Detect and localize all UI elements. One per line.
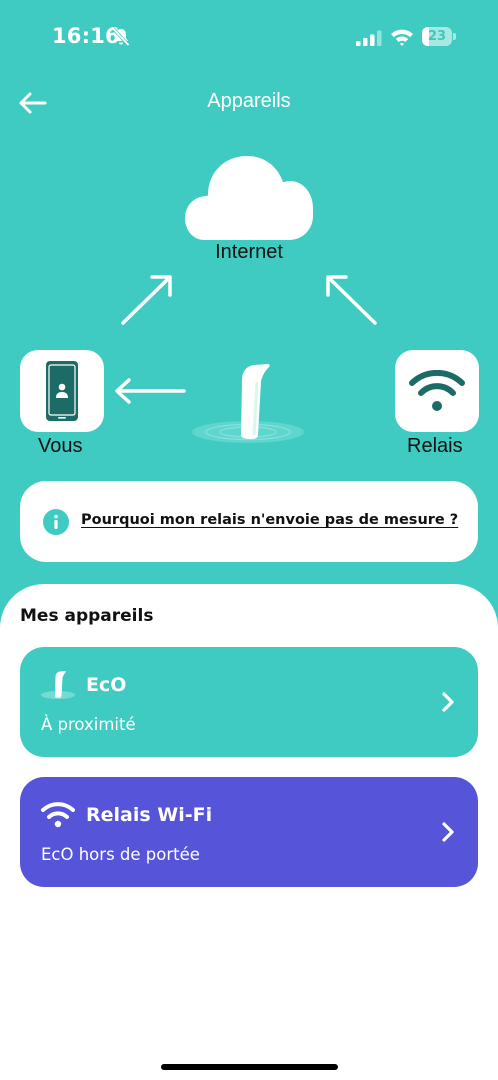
info-card[interactable]: Pourquoi mon relais n'envoie pas de mesu… bbox=[20, 481, 478, 562]
device-name: Relais Wi-Fi bbox=[86, 804, 213, 826]
relay-help-link[interactable]: Pourquoi mon relais n'envoie pas de mesu… bbox=[81, 512, 458, 528]
bell-slash-icon bbox=[112, 27, 130, 47]
device-card-eco[interactable]: EcO À proximité bbox=[20, 647, 478, 757]
you-phone-tile bbox=[20, 350, 104, 432]
smartphone-icon bbox=[46, 361, 78, 421]
arrow-left-icon bbox=[115, 378, 186, 404]
status-time: 16:16 bbox=[52, 24, 120, 48]
arrow-up-left-icon bbox=[326, 275, 377, 325]
device-status: À proximité bbox=[41, 715, 136, 734]
device-status: EcO hors de portée bbox=[41, 845, 200, 864]
status-bar: 16:16 23 bbox=[0, 0, 498, 74]
internet-label: Internet bbox=[215, 241, 283, 263]
relay-tile bbox=[395, 350, 479, 432]
chevron-right-icon bbox=[442, 822, 454, 842]
info-icon bbox=[43, 509, 69, 535]
home-indicator[interactable] bbox=[161, 1064, 338, 1070]
you-label: Vous bbox=[38, 435, 83, 457]
device-card-relay-wifi[interactable]: Relais Wi-Fi EcO hors de portée bbox=[20, 777, 478, 887]
navigation-bar: Appareils bbox=[0, 80, 498, 126]
cloud-icon bbox=[185, 156, 313, 240]
devices-panel: Mes appareils EcO À proximité Relais Wi-… bbox=[0, 584, 498, 1080]
water-sensor-icon bbox=[41, 671, 75, 699]
cellular-signal-icon bbox=[356, 30, 382, 46]
chevron-right-icon bbox=[442, 692, 454, 712]
page-title: Appareils bbox=[207, 90, 291, 112]
battery-percentage: 23 bbox=[427, 29, 447, 44]
water-sensor-icon bbox=[192, 364, 304, 443]
arrow-up-right-icon bbox=[121, 275, 172, 325]
wifi-icon bbox=[409, 370, 465, 411]
device-name: EcO bbox=[86, 674, 127, 696]
wifi-icon bbox=[391, 29, 413, 46]
relay-label: Relais bbox=[407, 435, 463, 457]
wifi-icon bbox=[41, 802, 75, 828]
battery-icon: 23 bbox=[422, 27, 456, 46]
devices-section-title: Mes appareils bbox=[20, 606, 154, 626]
connection-diagram: Internet Vous Relais bbox=[0, 140, 498, 470]
